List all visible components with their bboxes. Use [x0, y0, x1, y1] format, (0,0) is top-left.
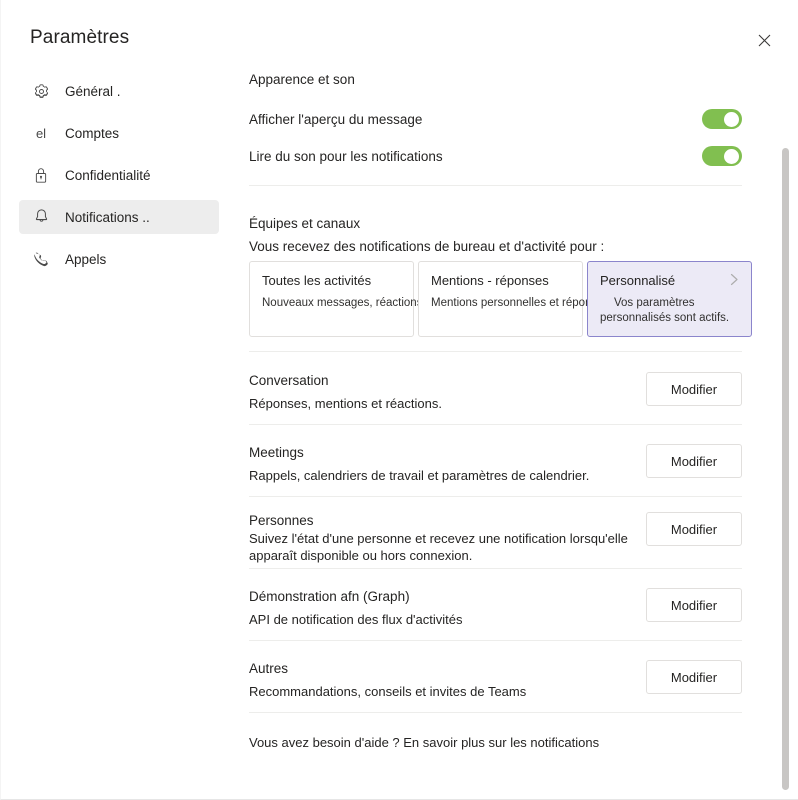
preset-card-title: Personnalisé — [600, 273, 676, 288]
close-button[interactable] — [750, 26, 778, 54]
sidebar-item-notifications[interactable]: Notifications .. — [19, 200, 219, 234]
setting-desc: Suivez l'état d'une personne et recevez … — [249, 531, 628, 563]
sidebar-item-label: Notifications .. — [65, 209, 150, 225]
divider — [249, 640, 742, 641]
setting-title: Personnes — [249, 513, 314, 528]
setting-desc: Réponses, mentions et réactions. — [249, 396, 442, 411]
edit-button-personnes[interactable]: Modifier — [646, 512, 742, 546]
sidebar-item-general[interactable]: Général . — [19, 74, 219, 108]
appearance-heading-wrap: Apparence et son — [249, 71, 355, 88]
toggle-knob — [724, 111, 739, 127]
setting-title: Conversation — [249, 373, 329, 388]
bell-icon — [31, 207, 51, 227]
message-preview-label: Afficher l'aperçu du message — [249, 111, 423, 127]
setting-title: Autres — [249, 661, 289, 676]
setting-text: Autres Recommandations, conseils et invi… — [249, 660, 526, 700]
sidebar-item-label: Confidentialité — [65, 167, 151, 183]
divider — [249, 185, 742, 186]
chevron-right-icon — [729, 273, 740, 286]
lock-icon — [31, 165, 51, 185]
setting-text: Personnes Suivez l'état d'une personne e… — [249, 512, 634, 564]
notification-sound-label: Lire du son pour les notifications — [249, 148, 443, 164]
preset-card-mentions-replies[interactable]: Mentions - réponses Mentions personnelle… — [418, 261, 696, 337]
edit-button-autres[interactable]: Modifier — [646, 660, 742, 694]
preset-card-title: Mentions - réponses — [431, 273, 549, 288]
message-preview-toggle[interactable] — [702, 109, 742, 129]
phone-icon — [31, 249, 51, 269]
scrollbar-track[interactable] — [782, 0, 794, 800]
toggle-row-message-preview: Afficher l'aperçu du message — [249, 104, 742, 134]
person-icon: el — [35, 125, 47, 141]
divider — [249, 496, 742, 497]
divider — [249, 351, 742, 352]
setting-text: Conversation Réponses, mentions et réact… — [249, 372, 442, 412]
preset-card-desc: Nouveaux messages, réactions et toutes l… — [262, 297, 538, 309]
divider — [249, 568, 742, 569]
sidebar-item-label: Comptes — [65, 125, 120, 141]
teams-section-subheading: Vous recevez des notifications de bureau… — [249, 239, 605, 254]
scrollbar-thumb[interactable] — [782, 148, 789, 790]
preset-card-desc: Mentions personnelles et réponses à vos … — [431, 297, 696, 309]
notification-preset-cards: Toutes les activités Nouveaux messages, … — [249, 261, 752, 337]
divider — [249, 712, 742, 713]
preset-card-desc: Vos paramètres personnalisés sont actifs… — [600, 297, 730, 324]
help-link[interactable]: Vous avez besoin d'aide ? En savoir plus… — [249, 734, 599, 751]
notification-sound-toggle[interactable] — [702, 146, 742, 166]
edit-button-meetings[interactable]: Modifier — [646, 444, 742, 478]
setting-title: Démonstration afn (Graph) — [249, 589, 410, 604]
setting-row-autres: Autres Recommandations, conseils et invi… — [249, 660, 742, 700]
preset-card-title: Toutes les activités — [262, 273, 372, 288]
toggle-row-notification-sound: Lire du son pour les notifications — [249, 141, 742, 171]
sidebar-item-appels[interactable]: Appels — [19, 242, 219, 276]
title-bar: Paramètres — [1, 0, 798, 62]
setting-row-graph-demo: Démonstration afn (Graph) API de notific… — [249, 588, 742, 628]
close-icon — [758, 34, 771, 47]
edit-button-graph-demo[interactable]: Modifier — [646, 588, 742, 622]
teams-section-heading: Équipes et canaux — [249, 216, 361, 231]
appearance-section-heading: Apparence et son — [249, 72, 355, 87]
divider — [249, 424, 742, 425]
page-title: Paramètres — [30, 27, 130, 48]
sidebar-item-label: Général . — [65, 83, 121, 99]
setting-title: Meetings — [249, 445, 304, 460]
setting-desc: Rappels, calendriers de travail et param… — [249, 468, 590, 483]
setting-text: Meetings Rappels, calendriers de travail… — [249, 444, 589, 484]
settings-sidebar: Général . el Comptes Confidentialité Not… — [1, 70, 233, 276]
gear-icon — [31, 81, 51, 101]
setting-row-conversation: Conversation Réponses, mentions et réact… — [249, 372, 742, 412]
toggle-knob — [724, 148, 739, 164]
sidebar-item-label: Appels — [65, 251, 107, 267]
setting-row-personnes: Personnes Suivez l'état d'une personne e… — [249, 512, 742, 564]
sidebar-item-comptes[interactable]: el Comptes — [19, 116, 219, 150]
preset-card-custom[interactable]: Personnalisé Vos paramètres personnalisé… — [587, 261, 752, 337]
settings-window: Paramètres Général . el Comptes Confiden… — [0, 0, 798, 800]
setting-desc: API de notification des flux d'activités — [249, 612, 463, 627]
setting-text: Démonstration afn (Graph) API de notific… — [249, 588, 462, 628]
sidebar-item-confidentialite[interactable]: Confidentialité — [19, 158, 219, 192]
setting-row-meetings: Meetings Rappels, calendriers de travail… — [249, 444, 742, 484]
preset-card-all-activity[interactable]: Toutes les activités Nouveaux messages, … — [249, 261, 538, 337]
edit-button-conversation[interactable]: Modifier — [646, 372, 742, 406]
setting-desc: Recommandations, conseils et invites de … — [249, 684, 527, 699]
